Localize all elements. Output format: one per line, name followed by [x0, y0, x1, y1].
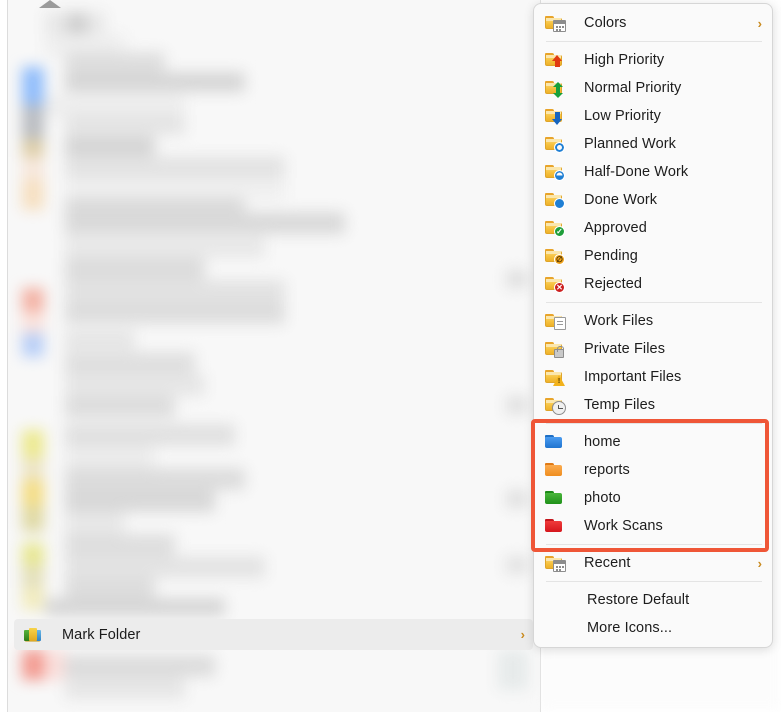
- folder-rejected-icon: ✕: [545, 276, 565, 293]
- menu-item-label: Pending: [584, 248, 638, 264]
- chevron-right-icon: ›: [757, 555, 762, 571]
- folder-green-icon: [545, 490, 564, 506]
- menu-item-pending[interactable]: ∅ Pending: [534, 242, 772, 270]
- menu-item-label: Done Work: [584, 192, 658, 208]
- menu-item-label: Normal Priority: [584, 80, 682, 96]
- menu-separator: [546, 581, 762, 582]
- folder-circle-empty-icon: [545, 136, 565, 153]
- folder-recent-icon: [545, 555, 566, 572]
- menu-item-home[interactable]: home: [534, 428, 772, 456]
- menu-item-high-priority[interactable]: High Priority: [534, 46, 772, 74]
- folder-clock-icon: [545, 397, 566, 415]
- folder-colors-icon: [545, 15, 566, 32]
- menu-separator: [546, 423, 762, 424]
- folder-check-icon: ✓: [545, 220, 565, 237]
- menu-item-work-scans[interactable]: Work Scans: [534, 512, 772, 540]
- menu-item-restore-default[interactable]: Restore Default: [534, 586, 772, 614]
- menu-item-approved[interactable]: ✓ Approved: [534, 214, 772, 242]
- menu-item-label: Approved: [584, 220, 647, 236]
- scroll-up-arrow-icon[interactable]: [39, 0, 61, 8]
- folder-circle-full-icon: [545, 192, 565, 209]
- folder-red-icon: [545, 518, 564, 534]
- menu-item-rejected[interactable]: ✕ Rejected: [534, 270, 772, 298]
- menu-item-more-icons[interactable]: More Icons...: [534, 614, 772, 642]
- menu-item-label: Restore Default: [587, 592, 690, 608]
- folder-blue-icon: [545, 434, 564, 450]
- blurred-file-rows: [8, 0, 540, 712]
- chevron-right-icon: ›: [757, 15, 762, 31]
- folder-arrow-down-icon: [545, 108, 564, 125]
- menu-item-label: Low Priority: [584, 108, 661, 124]
- menu-item-label: photo: [584, 490, 621, 506]
- menu-item-important-files[interactable]: Important Files: [534, 363, 772, 391]
- menu-item-label: Half-Done Work: [584, 164, 689, 180]
- menu-item-label: Colors: [584, 15, 627, 31]
- menu-separator: [546, 544, 762, 545]
- folder-lock-icon: [545, 341, 564, 358]
- folder-document-icon: [545, 313, 566, 330]
- chevron-right-icon: ›: [520, 627, 525, 642]
- mark-folder-icon: [24, 627, 42, 643]
- menu-item-label: Planned Work: [584, 136, 677, 152]
- menu-item-label: Private Files: [584, 341, 666, 357]
- menu-item-done-work[interactable]: Done Work: [534, 186, 772, 214]
- menu-item-half-done-work[interactable]: Half-Done Work: [534, 158, 772, 186]
- menu-item-label: Work Scans: [584, 518, 663, 534]
- folder-arrow-up-icon: [545, 52, 564, 68]
- menu-item-label: Mark Folder: [62, 626, 141, 643]
- menu-item-low-priority[interactable]: Low Priority: [534, 102, 772, 130]
- menu-separator: [546, 302, 762, 303]
- folder-icon-context-menu[interactable]: Colors › High Priority Normal Priority L…: [533, 3, 773, 648]
- menu-item-photo[interactable]: photo: [534, 484, 772, 512]
- folder-pending-icon: ∅: [545, 248, 565, 265]
- folder-arrow-updown-icon: [545, 80, 564, 98]
- menu-item-label: Recent: [584, 555, 631, 571]
- menu-item-temp-files[interactable]: Temp Files: [534, 391, 772, 419]
- menu-item-label: Temp Files: [584, 397, 656, 413]
- menu-separator: [546, 41, 762, 42]
- screen-root: Mark Folder › Colors › High Priority Nor…: [0, 0, 781, 712]
- menu-item-reports[interactable]: reports: [534, 456, 772, 484]
- menu-item-label: Important Files: [584, 369, 682, 385]
- folder-orange-icon: [545, 462, 564, 478]
- menu-item-label: Rejected: [584, 276, 643, 292]
- menu-item-recent[interactable]: Recent ›: [534, 549, 772, 577]
- menu-item-planned-work[interactable]: Planned Work: [534, 130, 772, 158]
- menu-item-work-files[interactable]: Work Files: [534, 307, 772, 335]
- menu-item-colors[interactable]: Colors ›: [534, 9, 772, 37]
- menu-item-label: Work Files: [584, 313, 654, 329]
- folder-warning-icon: [545, 369, 565, 386]
- menu-item-private-files[interactable]: Private Files: [534, 335, 772, 363]
- folder-circle-half-icon: [545, 164, 565, 181]
- menu-item-normal-priority[interactable]: Normal Priority: [534, 74, 772, 102]
- menu-item-label: home: [584, 434, 621, 450]
- menu-item-label: reports: [584, 462, 630, 478]
- menu-item-label: More Icons...: [587, 620, 673, 636]
- menu-item-mark-folder[interactable]: Mark Folder ›: [14, 619, 533, 650]
- file-list-panel[interactable]: [7, 0, 541, 712]
- menu-item-label: High Priority: [584, 52, 665, 68]
